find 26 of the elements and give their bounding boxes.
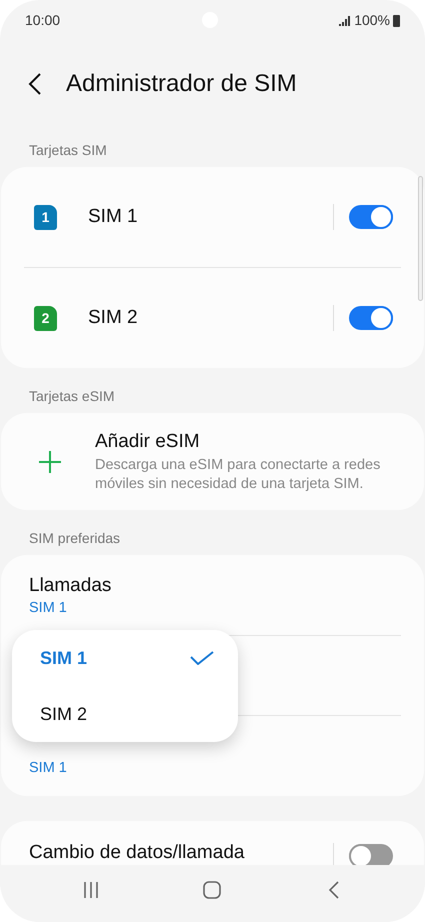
toggle-switch[interactable] (349, 306, 393, 330)
page-title: Administrador de SIM (66, 69, 297, 99)
section-header: SIM preferidas (28, 529, 122, 548)
status-time: 10:00 (25, 11, 60, 30)
battery-icon (393, 14, 400, 26)
sim-label[interactable]: SIM 2 (88, 304, 333, 332)
item-title[interactable]: Añadir eSIM (95, 430, 404, 454)
item-title[interactable]: Llamadas (29, 574, 424, 598)
signal-icon (339, 16, 352, 26)
section-header: Tarjetas SIM (28, 141, 108, 160)
toggle-switch[interactable] (349, 844, 393, 865)
sim-label[interactable]: SIM 1 (88, 202, 333, 232)
check-icon (190, 651, 214, 665)
item-value: SIM 1 (29, 759, 68, 778)
menu-option[interactable]: SIM 2 (12, 686, 238, 742)
toggle-switch[interactable] (349, 205, 393, 229)
sim-badge: 1 (34, 204, 57, 230)
battery-level: 100% (354, 11, 390, 30)
item-description: Descarga una eSIM para conectarte a redes móviles sin necesidad de una tarjeta SIM. (95, 456, 382, 494)
plus-icon[interactable] (38, 450, 62, 474)
home-button[interactable] (202, 880, 222, 900)
item-title[interactable]: Cambio de datos/llamada (29, 839, 333, 865)
menu-option[interactable]: SIM 1 (12, 630, 238, 686)
item-value: SIM 1 (29, 599, 68, 618)
sim-badge: 2 (34, 306, 57, 330)
section-header: Tarjetas eSIM (28, 387, 116, 406)
